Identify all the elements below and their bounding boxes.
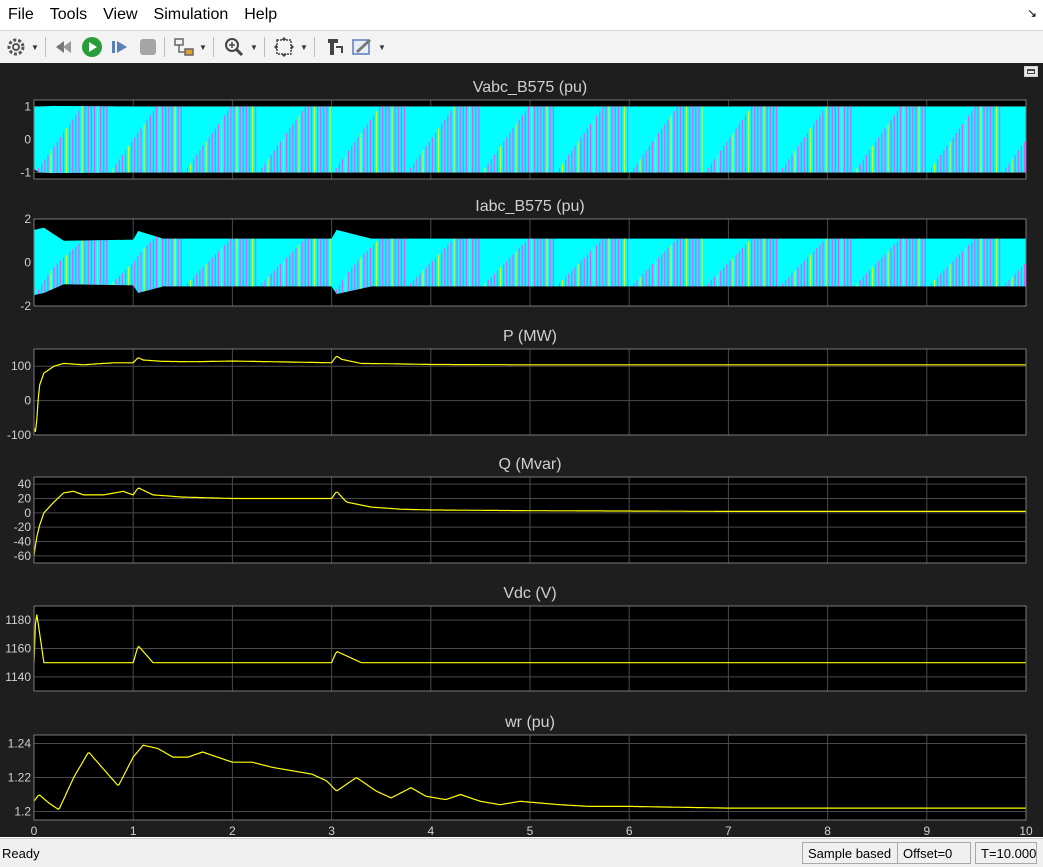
menu-tools[interactable]: Tools — [42, 0, 95, 29]
y-tick-label: 1.2 — [14, 805, 31, 819]
x-tick-label: 7 — [725, 824, 732, 837]
y-tick-label: 0 — [24, 394, 31, 408]
y-tick-label: 0 — [24, 506, 31, 520]
y-tick-label: -100 — [7, 428, 31, 442]
axes-title: P (MW) — [503, 328, 557, 345]
x-tick-label: 1 — [130, 824, 137, 837]
x-tick-label: 10 — [1019, 824, 1033, 837]
scope-axes-1[interactable]: Iabc_B575 (pu) -2 0 2 — [20, 198, 1027, 313]
menu-help[interactable]: Help — [236, 0, 285, 29]
y-tick-label: 0 — [24, 256, 31, 270]
autoscale-icon[interactable] — [272, 35, 296, 59]
series-envelope — [34, 105, 1026, 174]
status-ready-text: Ready — [2, 846, 40, 861]
scope-axes-2[interactable]: P (MW) -100 0 100 — [7, 328, 1027, 442]
scope-axes-0[interactable]: Vabc_B575 (pu) -1 0 1 — [20, 79, 1027, 180]
y-tick-label: 1 — [24, 100, 31, 114]
status-bar: Ready Sample based Offset=0 T=10.000 — [0, 838, 1043, 867]
simulation-time-indicator: T=10.000 — [975, 842, 1037, 864]
y-tick-label: -60 — [14, 549, 32, 563]
highlight-model-icon[interactable] — [172, 35, 196, 59]
menu-view[interactable]: View — [95, 0, 145, 29]
y-tick-label: 20 — [18, 492, 32, 506]
axes-title: Vdc (V) — [503, 585, 556, 602]
axes-title: wr (pu) — [504, 714, 555, 731]
x-tick-label: 2 — [229, 824, 236, 837]
x-tick-label: 6 — [626, 824, 633, 837]
y-tick-label: -1 — [20, 165, 31, 179]
step-forward-icon[interactable] — [108, 35, 132, 59]
menu-simulation[interactable]: Simulation — [146, 0, 237, 29]
scope-axes-3[interactable]: Q (Mvar) -60-40-2002040 — [14, 456, 1027, 564]
y-tick-label: 0 — [24, 133, 31, 147]
toolbar: ▼ ▼ ▼ ▼ ▼ — [0, 30, 1043, 64]
x-tick-label: 8 — [824, 824, 831, 837]
offset-indicator: Offset=0 — [897, 842, 971, 864]
x-tick-label: 0 — [31, 824, 38, 837]
x-tick-label: 4 — [427, 824, 434, 837]
scope-display: Vabc_B575 (pu) -1 0 1 Iabc_B575 (pu) -2 0 2 P (M… — [0, 63, 1043, 837]
y-tick-label: 1.22 — [8, 771, 32, 785]
undock-arrow-icon[interactable]: ↘ — [1027, 6, 1037, 20]
y-tick-label: 1180 — [5, 613, 31, 627]
x-tick-label: 3 — [328, 824, 335, 837]
y-tick-label: -20 — [14, 520, 32, 534]
y-tick-label: -40 — [14, 535, 32, 549]
scope-axes-5[interactable]: wr (pu) 1.2 1.22 1.24 0 1 2 3 4 5 6 7 8 9 10 — [8, 714, 1033, 837]
run-icon[interactable] — [80, 35, 104, 59]
y-tick-label: 100 — [11, 359, 31, 373]
y-tick-label: 40 — [18, 477, 32, 491]
axes-title: Vabc_B575 (pu) — [473, 79, 587, 96]
y-tick-label: -2 — [20, 299, 31, 313]
menu-file[interactable]: File — [0, 0, 42, 29]
zoom-dropdown-icon[interactable]: ▼ — [250, 43, 258, 52]
zoom-icon[interactable] — [222, 35, 246, 59]
autoscale-dropdown-icon[interactable]: ▼ — [300, 43, 308, 52]
pan-icon[interactable] — [322, 35, 346, 59]
rewind-icon[interactable] — [52, 35, 76, 59]
y-tick-label: 1.24 — [8, 737, 32, 751]
y-tick-label: 1160 — [5, 642, 31, 656]
gear-icon[interactable] — [4, 35, 28, 59]
highlight-dropdown-icon[interactable]: ▼ — [199, 43, 207, 52]
restore-layout-icon[interactable] — [1024, 66, 1038, 77]
y-tick-label: 1140 — [5, 670, 31, 684]
scope-plots: Vabc_B575 (pu)-101Iabc_B575 (pu)-202P (M… — [5, 79, 1033, 837]
sample-mode-indicator: Sample based — [802, 842, 898, 864]
axes-title: Q (Mvar) — [498, 456, 561, 473]
style-icon[interactable] — [350, 35, 374, 59]
menu-bar: File Tools View Simulation Help ↘ — [0, 0, 1043, 29]
scope-axes-4[interactable]: Vdc (V) 1140 1160 1180 — [5, 585, 1027, 692]
y-tick-label: 2 — [24, 212, 31, 226]
stop-icon[interactable] — [136, 35, 160, 59]
axes-title: Iabc_B575 (pu) — [475, 198, 584, 215]
style-dropdown-icon[interactable]: ▼ — [378, 43, 386, 52]
x-tick-label: 9 — [923, 824, 930, 837]
gear-dropdown-icon[interactable]: ▼ — [31, 43, 39, 52]
x-tick-label: 5 — [527, 824, 534, 837]
